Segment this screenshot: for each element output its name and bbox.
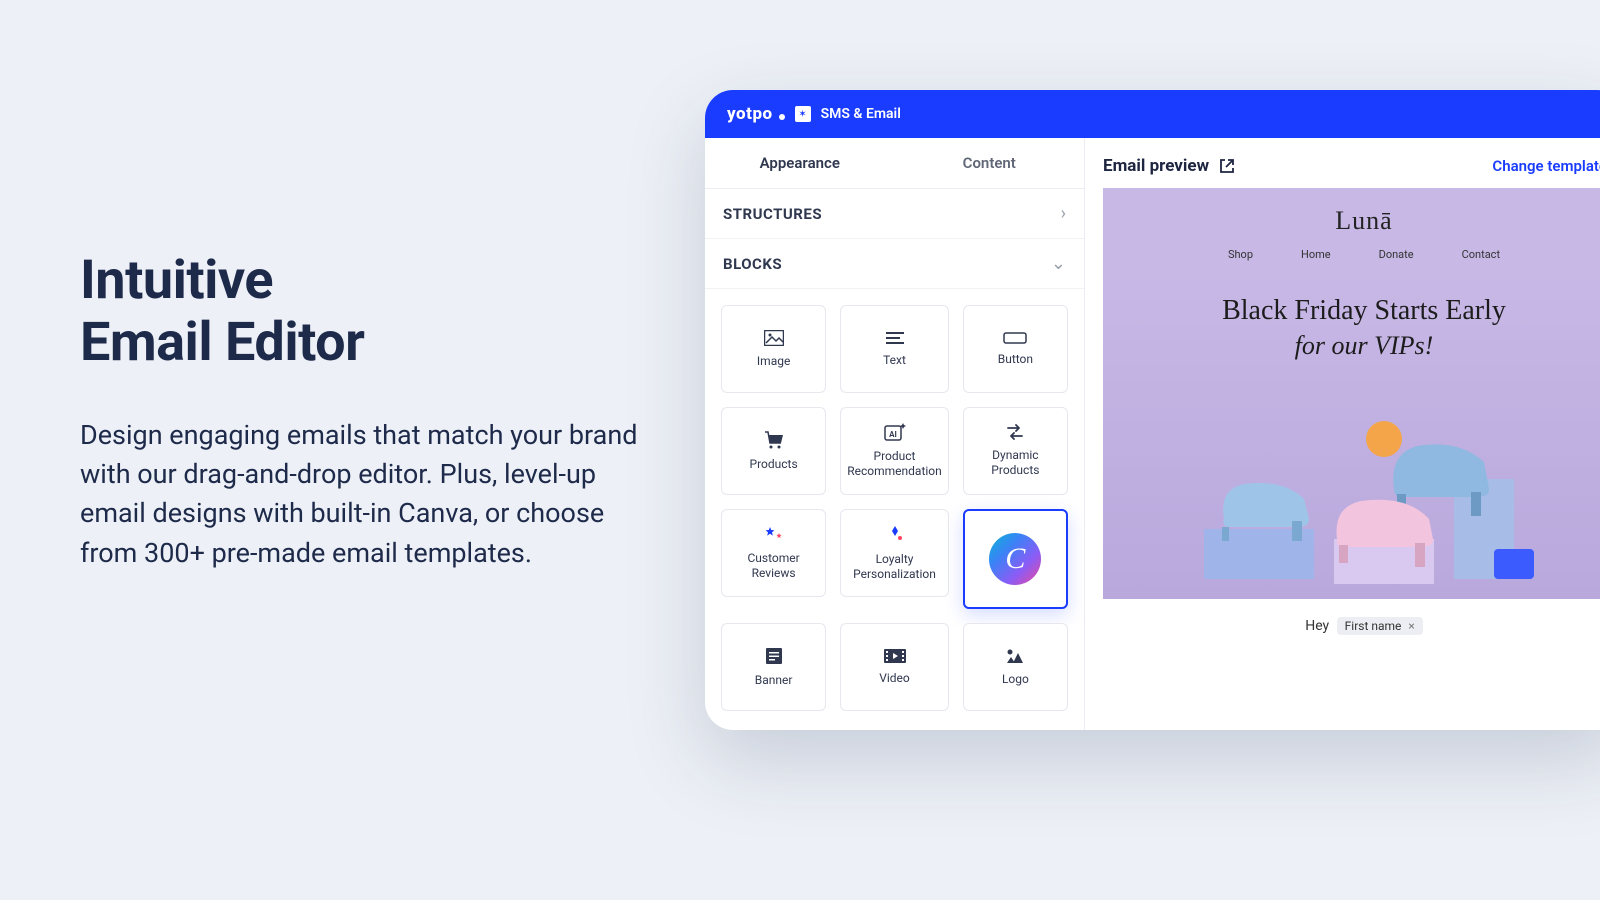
block-banner-label: Banner (749, 673, 799, 688)
template-nav: Shop Home Donate Contact (1103, 248, 1600, 261)
remove-token-icon[interactable]: × (1408, 619, 1414, 633)
template-header: Lunā Shop Home Donate Contact (1103, 188, 1600, 271)
logo-icon (1005, 648, 1025, 664)
merge-token-label: First name (1345, 619, 1402, 633)
block-customer-reviews[interactable]: Customer Reviews (721, 509, 826, 597)
dynamic-icon (1005, 424, 1025, 440)
block-image-label: Image (751, 354, 796, 369)
button-icon (1003, 332, 1027, 344)
tab-content-label: Content (963, 154, 1016, 172)
tab-content[interactable]: Content (895, 138, 1085, 189)
block-banner[interactable]: Banner (721, 623, 826, 711)
block-products[interactable]: Products (721, 407, 826, 495)
section-structures-label: STRUCTURES (723, 205, 822, 223)
preview-pane: Email preview Change template Lunā Shop … (1085, 138, 1600, 730)
reviews-star-icon (764, 525, 784, 543)
brand-logo-text: yotpo (727, 104, 773, 124)
block-video[interactable]: Video (840, 623, 949, 711)
app-header: yotpo ✶ SMS & Email (705, 90, 1600, 138)
canva-icon: C (989, 533, 1041, 585)
section-structures[interactable]: STRUCTURES › (705, 189, 1084, 239)
brand-logo-dot-icon (779, 114, 785, 120)
block-text-label: Text (877, 353, 912, 368)
loyalty-icon (885, 524, 905, 544)
preview-title-text: Email preview (1103, 156, 1209, 176)
template-hero: Black Friday Starts Early for our VIPs! (1103, 271, 1600, 599)
image-icon (764, 330, 784, 346)
brand-square-icon: ✶ (795, 106, 811, 122)
section-blocks-label: BLOCKS (723, 255, 782, 273)
block-text[interactable]: Text (840, 305, 949, 393)
hero-title: Intuitive Email Editor (80, 250, 640, 374)
email-template: Lunā Shop Home Donate Contact Black Frid… (1103, 188, 1600, 730)
block-video-label: Video (873, 671, 916, 686)
block-loyalty-label: Loyalty Personalization (841, 552, 948, 582)
template-greeting: Hey First name × (1103, 599, 1600, 635)
block-recommendation[interactable]: AI Product Recommendation (840, 407, 949, 495)
block-dynamic-products[interactable]: Dynamic Products (963, 407, 1068, 495)
editor-sidebar: Appearance Content STRUCTURES › BLOCKS ⌄… (705, 138, 1085, 730)
hero-title-line1: Intuitive (80, 249, 273, 312)
greet-text: Hey (1305, 618, 1329, 634)
block-logo-label: Logo (996, 672, 1035, 687)
block-recommendation-label: Product Recommendation (841, 449, 948, 479)
tab-appearance-label: Appearance (760, 154, 840, 172)
video-icon (884, 649, 906, 663)
merge-token-firstname[interactable]: First name × (1337, 617, 1423, 635)
nav-home[interactable]: Home (1301, 248, 1331, 261)
block-canva[interactable]: C (963, 509, 1068, 609)
block-products-label: Products (744, 457, 804, 472)
hero-body: Design engaging emails that match your b… (80, 416, 640, 573)
svg-text:AI: AI (889, 430, 897, 439)
block-logo[interactable]: Logo (963, 623, 1068, 711)
nav-donate[interactable]: Donate (1379, 248, 1414, 261)
block-button-label: Button (992, 352, 1039, 367)
block-dynamic-label: Dynamic Products (964, 448, 1067, 478)
block-image[interactable]: Image (721, 305, 826, 393)
nav-shop[interactable]: Shop (1228, 248, 1253, 261)
chevron-down-icon: ⌄ (1051, 253, 1066, 274)
template-hero-image (1113, 379, 1600, 589)
block-loyalty[interactable]: Loyalty Personalization (840, 509, 949, 597)
text-icon (886, 331, 904, 345)
change-template-link[interactable]: Change template (1492, 157, 1600, 175)
blocks-grid: Image Text Button (705, 289, 1084, 727)
chevron-right-icon: › (1061, 203, 1066, 224)
nav-contact[interactable]: Contact (1462, 248, 1500, 261)
template-brand: Lunā (1103, 206, 1600, 236)
preview-title: Email preview (1103, 156, 1235, 176)
block-button[interactable]: Button (963, 305, 1068, 393)
brand-subtext: SMS & Email (821, 106, 901, 122)
external-link-icon[interactable] (1219, 158, 1235, 174)
hero-title-line2: Email Editor (80, 311, 364, 374)
cart-icon (764, 431, 784, 449)
ai-recommend-icon: AI (884, 423, 906, 441)
section-blocks[interactable]: BLOCKS ⌄ (705, 239, 1084, 289)
banner-icon (765, 647, 783, 665)
app-window: yotpo ✶ SMS & Email Appearance Content S… (705, 90, 1600, 730)
tab-appearance[interactable]: Appearance (705, 138, 895, 189)
template-headline2: for our VIPs! (1113, 331, 1600, 361)
template-headline1: Black Friday Starts Early (1113, 295, 1600, 327)
block-reviews-label: Customer Reviews (722, 551, 825, 581)
